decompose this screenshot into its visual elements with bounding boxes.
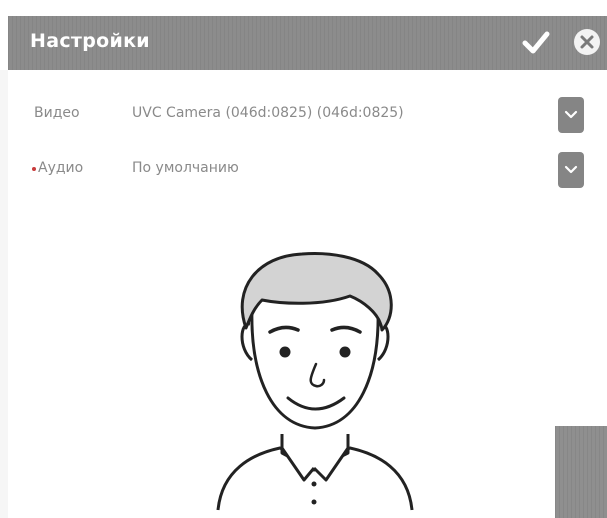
left-edge [0, 70, 8, 518]
settings-dialog: Настройки Видео UVC Camera (046d:0825) (… [0, 0, 607, 518]
required-marker [32, 167, 36, 171]
dialog-title: Настройки [30, 30, 150, 52]
audio-setting-row: Аудио По умолчанию [8, 150, 607, 190]
avatar-illustration [216, 252, 414, 511]
video-setting-row: Видео UVC Camera (046d:0825) (046d:0825) [8, 95, 607, 135]
top-strip [0, 0, 607, 16]
audio-device-select[interactable]: По умолчанию [132, 160, 239, 176]
audio-label: Аудио [38, 160, 84, 176]
video-device-select[interactable]: UVC Camera (046d:0825) (046d:0825) [132, 105, 404, 121]
video-label: Видео [34, 105, 80, 121]
user-avatar [210, 248, 420, 518]
check-icon [522, 31, 550, 54]
close-button[interactable] [574, 29, 600, 55]
dialog-header: Настройки [8, 16, 607, 70]
close-icon [580, 35, 594, 49]
scrollbar[interactable] [555, 70, 607, 518]
scrollbar-thumb[interactable] [555, 426, 607, 518]
confirm-button[interactable] [520, 26, 552, 58]
